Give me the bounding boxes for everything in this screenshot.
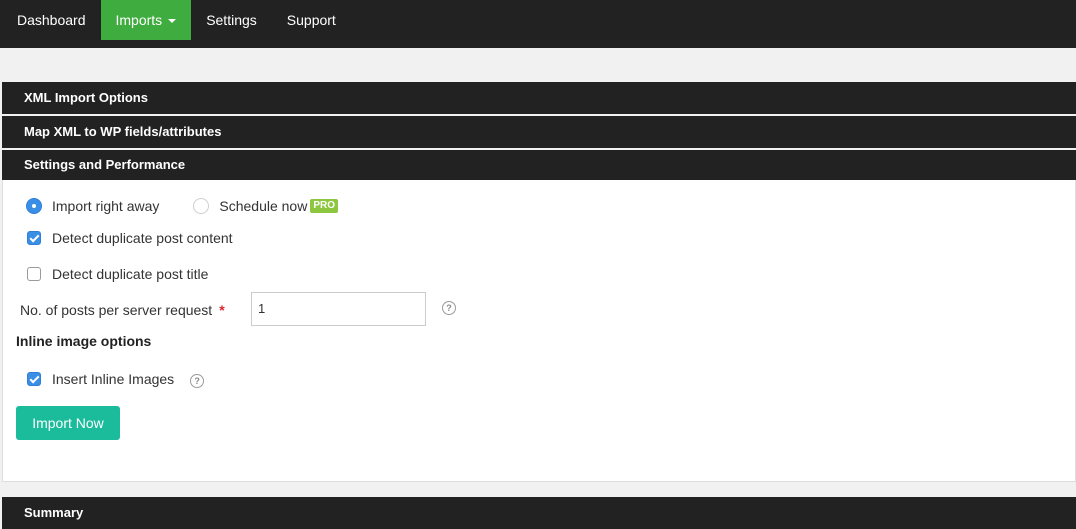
schedule-now-radio[interactable] [193, 198, 210, 214]
nav-dashboard[interactable]: Dashboard [2, 0, 101, 40]
section-map-fields[interactable]: Map XML to WP fields/attributes [2, 116, 1076, 148]
detect-duplicate-content-row: Detect duplicate post content [27, 230, 233, 246]
schedule-now-label: Schedule now [219, 198, 308, 214]
settings-panel: Import right away Schedule now PRO Detec… [2, 180, 1076, 482]
posts-per-request-label: No. of posts per server request [20, 302, 213, 318]
inline-image-options-title: Inline image options [16, 333, 152, 349]
nav-support[interactable]: Support [272, 0, 351, 40]
nav-settings[interactable]: Settings [191, 0, 272, 40]
help-icon[interactable]: ? [442, 301, 456, 315]
help-icon[interactable]: ? [190, 374, 205, 388]
insert-inline-images-checkbox[interactable] [27, 372, 41, 386]
required-marker: * [219, 302, 225, 318]
caret-down-icon [168, 19, 177, 24]
import-now-button[interactable]: Import Now [16, 406, 120, 440]
detect-duplicate-title-row: Detect duplicate post title [27, 266, 208, 282]
section-summary[interactable]: Summary [2, 497, 1076, 529]
detect-duplicate-content-checkbox[interactable] [27, 231, 41, 245]
pro-badge: PRO [310, 199, 338, 213]
posts-per-request-input[interactable]: 1 [251, 292, 426, 326]
section-settings-performance[interactable]: Settings and Performance [2, 150, 1076, 180]
posts-per-request-row: No. of posts per server request * [20, 302, 225, 318]
detect-duplicate-title-checkbox[interactable] [27, 267, 41, 281]
section-xml-import-options[interactable]: XML Import Options [2, 82, 1076, 114]
detect-duplicate-title-label: Detect duplicate post title [52, 266, 209, 282]
insert-inline-images-row: Insert Inline Images ? [27, 370, 205, 388]
insert-inline-images-label: Insert Inline Images [52, 371, 175, 387]
nav-imports[interactable]: Imports [100, 0, 192, 40]
nav-imports-label: Imports [115, 12, 163, 28]
import-mode-row: Import right away Schedule now PRO [26, 198, 338, 214]
import-right-away-label: Import right away [52, 198, 160, 214]
import-right-away-radio[interactable] [26, 198, 42, 214]
detect-duplicate-content-label: Detect duplicate post content [52, 230, 233, 246]
top-navbar: Dashboard Imports Settings Support [0, 0, 1076, 48]
